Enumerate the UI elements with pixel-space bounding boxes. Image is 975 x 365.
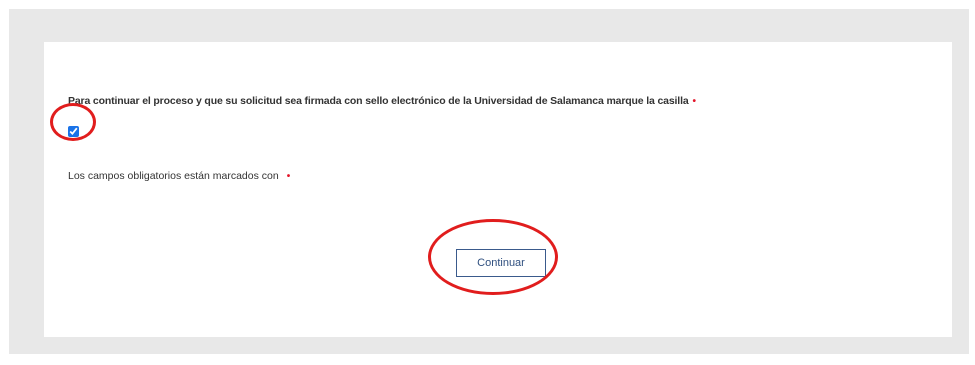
required-marker: • [692,96,697,107]
continue-button[interactable]: Continuar [456,249,546,277]
page-background-panel: Para continuar el proceso y que su solic… [9,9,969,354]
form-card: Para continuar el proceso y que su solic… [44,42,952,337]
required-fields-note-text: Los campos obligatorios están marcados c… [68,170,279,182]
consent-label-text: Para continuar el proceso y que su solic… [68,95,689,107]
consent-checkbox-wrapper [68,124,81,137]
required-fields-note: Los campos obligatorios están marcados c… [68,170,290,182]
consent-label: Para continuar el proceso y que su solic… [68,95,696,107]
required-marker: • [286,171,291,182]
consent-checkbox[interactable] [68,126,79,137]
